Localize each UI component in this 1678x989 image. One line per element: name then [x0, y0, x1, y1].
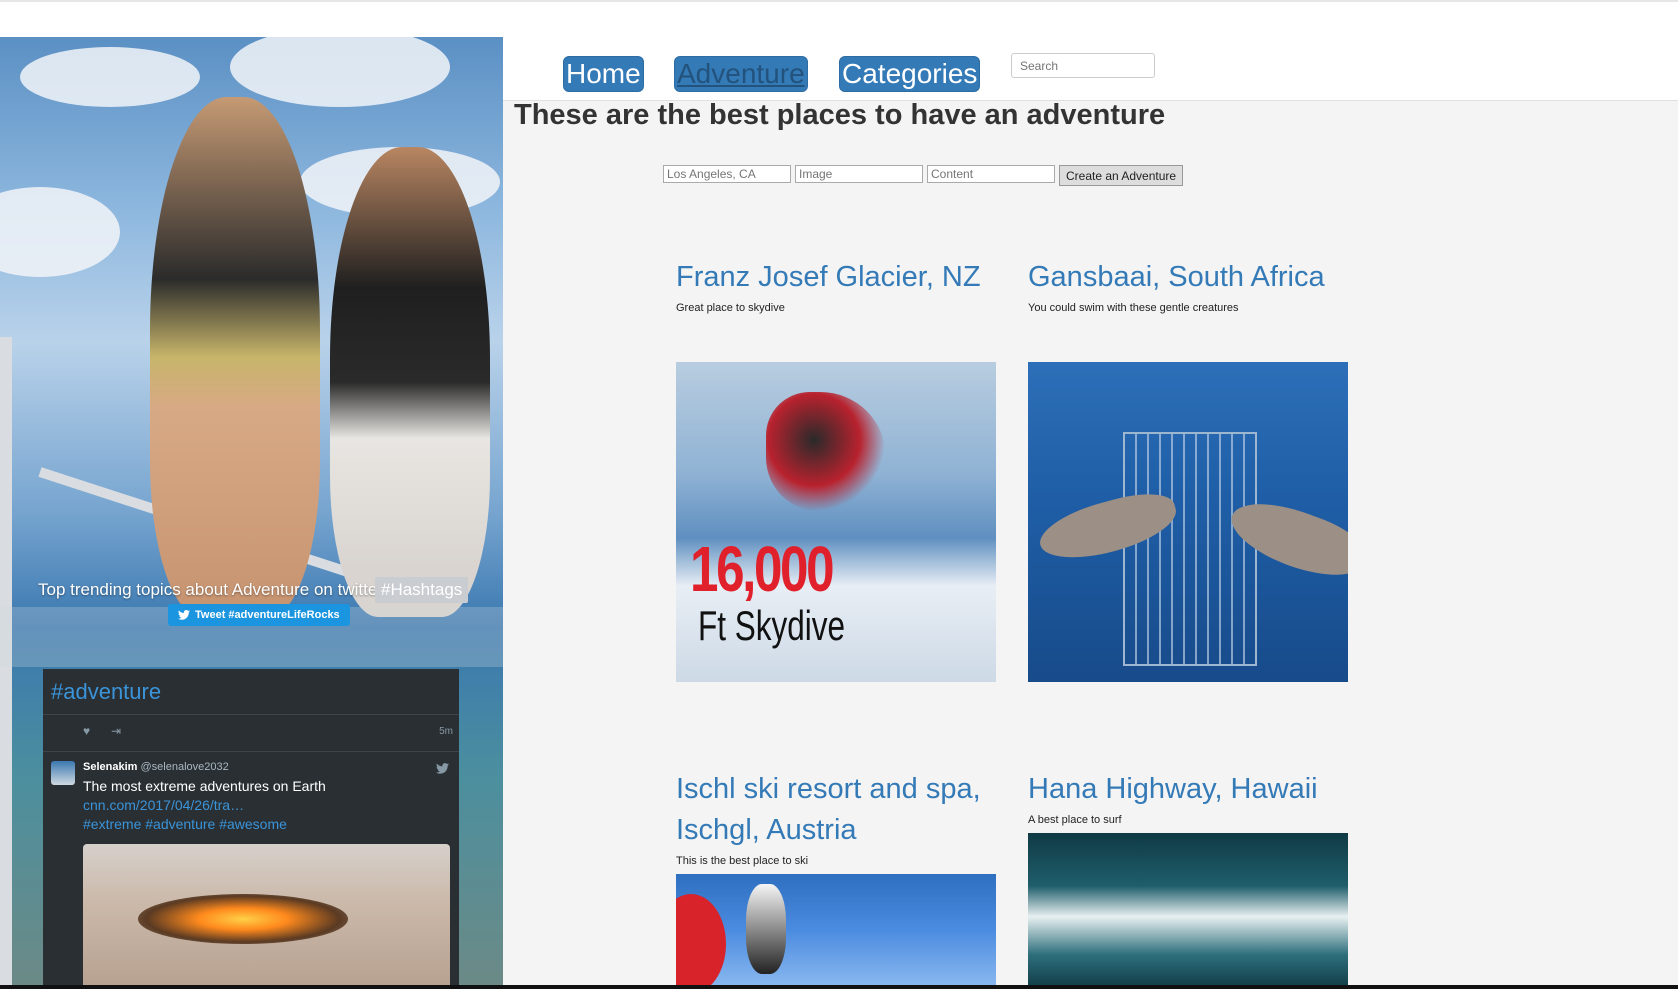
tweet-text: The most extreme adventures on Earth: [83, 778, 326, 794]
create-adventure-button[interactable]: Create an Adventure: [1059, 165, 1184, 186]
adventure-title[interactable]: Gansbaai, South Africa: [1028, 257, 1348, 298]
diver-figure: [150, 97, 320, 617]
tweet-author[interactable]: Selenakim @selenalove2032: [83, 761, 229, 773]
avatar[interactable]: [51, 761, 75, 785]
adventure-image[interactable]: [1028, 362, 1348, 682]
search-input[interactable]: [1011, 53, 1155, 78]
tweet-image[interactable]: [83, 844, 450, 989]
adventure-card: Gansbaai, South Africa You could swim wi…: [1028, 257, 1348, 682]
adventure-title[interactable]: Ischl ski resort and spa, Ischgl, Austri…: [676, 769, 996, 851]
content-field[interactable]: [927, 165, 1055, 183]
trending-text: Top trending topics about Adventure on t…: [38, 580, 383, 599]
twitter-widget: #adventure ♥ ⇥ 5m Selenakim @selenalove2…: [43, 669, 459, 989]
adventure-description: Great place to skydive: [676, 302, 785, 314]
ski-flag: [676, 894, 726, 985]
image-field[interactable]: [795, 165, 923, 183]
cloud: [230, 37, 450, 107]
diver-figure: [330, 147, 490, 617]
adventure-title[interactable]: Hana Highway, Hawaii: [1028, 769, 1348, 810]
tweet-body: The most extreme adventures on Earth cnn…: [83, 777, 443, 834]
browser-top-strip: [0, 0, 1678, 39]
adventure-description: You could swim with these gentle creatur…: [1028, 302, 1239, 314]
page-title: These are the best places to have an adv…: [514, 99, 1166, 131]
image-caption-number: 16,000: [690, 533, 835, 605]
adventure-description: A best place to surf: [1028, 814, 1122, 826]
tweet-author-name: Selenakim: [83, 761, 138, 773]
adventure-image[interactable]: [676, 874, 996, 985]
location-field[interactable]: [663, 165, 791, 183]
tweet-link[interactable]: cnn.com/2017/04/26/tra…: [83, 796, 443, 815]
adventure-description: This is the best place to ski: [676, 855, 809, 867]
bottom-edge: [0, 985, 1678, 989]
share-icon[interactable]: ⇥: [111, 724, 121, 738]
twitter-bird-icon: [178, 610, 190, 620]
crater-image: [138, 894, 348, 944]
widget-title[interactable]: #adventure: [51, 679, 161, 705]
adventure-image[interactable]: [1028, 833, 1348, 985]
nav-adventure-button[interactable]: Adventure: [674, 56, 808, 92]
adventure-image[interactable]: 16,000 Ft Skydive: [676, 362, 996, 682]
top-navbar: Home Adventure Categories: [503, 37, 1678, 101]
nav-home-button[interactable]: Home: [563, 56, 644, 92]
tweet-author-handle: @selenalove2032: [140, 761, 229, 773]
tweet-hashtags[interactable]: #extreme #adventure #awesome: [83, 815, 443, 834]
adventure-card: Ischl ski resort and spa, Ischgl, Austri…: [676, 769, 996, 985]
adventure-title[interactable]: Franz Josef Glacier, NZ: [676, 257, 996, 298]
heart-icon[interactable]: ♥: [83, 724, 90, 738]
hashtags-button[interactable]: #Hashtags: [375, 577, 469, 603]
divider: [43, 751, 459, 752]
shark-cage: [1123, 432, 1257, 666]
create-adventure-form: Create an Adventure: [663, 165, 1184, 186]
widget-actions: ♥ ⇥ 5m: [83, 724, 453, 744]
tweet-button-label: Tweet #adventureLifeRocks: [195, 609, 340, 621]
skier-figure: [746, 884, 786, 974]
adventure-card: Hana Highway, Hawaii A best place to sur…: [1028, 769, 1348, 985]
tweet-button[interactable]: Tweet #adventureLifeRocks: [168, 604, 350, 626]
skydiver-figure: [766, 392, 886, 512]
tweet-time: 5m: [439, 726, 453, 737]
nav-categories-button[interactable]: Categories: [839, 56, 981, 92]
cloud: [0, 187, 120, 277]
divider: [43, 714, 459, 715]
image-caption-text: Ft Skydive: [698, 602, 846, 649]
cloud: [20, 47, 200, 107]
adventure-card: Franz Josef Glacier, NZ Great place to s…: [676, 257, 996, 682]
